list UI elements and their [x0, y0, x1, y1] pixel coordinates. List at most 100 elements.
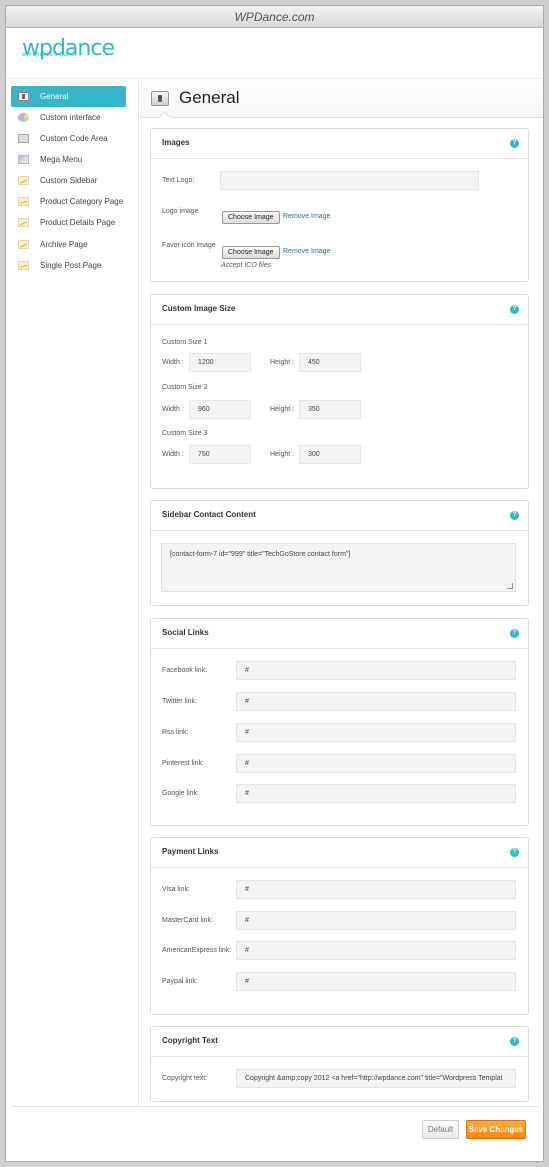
google-link-label: Google link: [162, 790, 199, 797]
width-label: Width : [162, 359, 184, 366]
custom-size-label: Custom Size 1 [162, 339, 208, 346]
footer-divider [11, 1106, 538, 1107]
help-icon[interactable]: ? [510, 511, 519, 520]
help-icon[interactable]: ? [510, 139, 519, 148]
rss-link-label: Rss link: [162, 729, 189, 736]
section-header: Social Links ? [151, 619, 528, 649]
sidebar-item-label: Archive Page [40, 240, 88, 249]
width-label: Width : [162, 406, 184, 413]
help-icon[interactable]: ? [510, 848, 519, 857]
rss-link-input[interactable]: # [236, 723, 516, 742]
pinterest-link-input[interactable]: # [236, 754, 516, 773]
sidebar-contact-textarea[interactable]: [contact-form-7 id="999" title="TechGoSt… [161, 543, 516, 592]
visa-link-label: Visa link: [162, 886, 190, 893]
size3-width-input[interactable]: 750 [189, 445, 251, 464]
save-changes-button[interactable]: Save Changes [466, 1120, 526, 1139]
favicon-note: Accept ICO files [221, 262, 272, 269]
sidebar-item-label: Product Category Page [40, 197, 124, 206]
text-logo-input[interactable] [220, 171, 479, 190]
size2-width-input[interactable]: 960 [189, 400, 251, 419]
size1-height-input[interactable]: 450 [299, 353, 361, 372]
height-label: Height : [270, 451, 295, 458]
section-title: Social Links [162, 628, 209, 637]
section-header: Sidebar Contact Content ? [151, 501, 528, 531]
choose-logo-image-button[interactable]: Choose Image [222, 211, 280, 224]
copyright-input[interactable]: Copyright &amp;copy 2012 <a href="http:/… [236, 1069, 516, 1088]
copyright-section: Copyright Text ? Copyright text: Copyrig… [150, 1026, 529, 1102]
chart-icon [18, 261, 29, 270]
text-logo-label: Text Logo: [162, 177, 195, 184]
general-icon [151, 91, 169, 106]
section-title: Images [162, 138, 190, 147]
sidebar-item-single-post-page[interactable]: Single Post Page [11, 255, 126, 276]
sidebar-item-general[interactable]: General [11, 86, 126, 107]
app-window: WPDance.com wpdance wordpress c-panel Ge… [5, 5, 544, 1162]
sidebar-item-product-details-page[interactable]: Product Details Page [11, 212, 126, 233]
pinterest-link-label: Pinterest link: [162, 760, 205, 767]
payment-links-section: Payment Links ? Visa link: # MasterCard … [150, 837, 529, 1015]
help-icon[interactable]: ? [510, 1037, 519, 1046]
mastercard-link-label: MasterCard link: [162, 917, 213, 924]
sidebar-item-product-category-page[interactable]: Product Category Page [11, 191, 126, 212]
section-header: Custom Image Size ? [151, 295, 528, 325]
twitter-link-label: Twitter link: [162, 698, 198, 705]
sidebar-contact-text: [contact-form-7 id="999" title="TechGoSt… [170, 551, 351, 558]
resize-handle[interactable] [507, 583, 513, 589]
sidebar-item-custom-code-area[interactable]: Custom Code Area [11, 128, 126, 149]
page-title: General [179, 88, 240, 107]
choose-favicon-button[interactable]: Choose Image [222, 246, 280, 259]
help-icon[interactable]: ? [510, 305, 519, 314]
chart-icon [18, 176, 29, 185]
height-label: Height : [270, 359, 295, 366]
size3-height-input[interactable]: 300 [299, 445, 361, 464]
logo-image-label: Logo image [162, 208, 199, 215]
americanexpress-link-input[interactable]: # [236, 941, 516, 960]
favicon-label: Favor icon image [162, 242, 216, 249]
sidebar-item-archive-page[interactable]: Archive Page [11, 234, 126, 255]
sidebar-item-label: General [40, 92, 69, 101]
chart-icon [18, 197, 29, 206]
code-icon [18, 134, 29, 143]
sidebar-item-label: Custom interface [40, 113, 101, 122]
sidebar-item-mega-menu[interactable]: Mega Menu [11, 149, 126, 170]
default-button[interactable]: Default [422, 1120, 459, 1139]
image-size-section: Custom Image Size ? Custom Size 1 Width … [150, 294, 529, 489]
sidebar-item-label: Mega Menu [40, 155, 83, 164]
sidebar-item-custom-interface[interactable]: Custom interface [11, 107, 126, 128]
mastercard-link-input[interactable]: # [236, 911, 516, 930]
chart-icon [18, 240, 29, 249]
sidebar-item-label: Custom Code Area [40, 134, 108, 143]
sidebar-item-label: Product Details Page [40, 218, 116, 227]
paypal-link-input[interactable]: # [236, 972, 516, 991]
size2-height-input[interactable]: 350 [299, 400, 361, 419]
window-title: WPDance.com [6, 6, 543, 28]
twitter-link-input[interactable]: # [236, 692, 516, 711]
section-header: Payment Links ? [151, 838, 528, 868]
section-title: Custom Image Size [162, 304, 236, 313]
palette-icon [18, 113, 29, 122]
height-label: Height : [270, 406, 295, 413]
header: wpdance wordpress c-panel [6, 29, 543, 79]
remove-logo-image-link[interactable]: Remove Image [283, 213, 330, 220]
google-link-input[interactable]: # [236, 784, 516, 803]
section-title: Copyright Text [162, 1036, 218, 1045]
visa-link-input[interactable]: # [236, 880, 516, 899]
section-header: Copyright Text ? [151, 1027, 528, 1057]
facebook-link-label: Facebook link: [162, 667, 208, 674]
main-content: General Images ? Text Logo: Logo image C… [140, 80, 543, 1106]
section-title: Sidebar Contact Content [162, 510, 256, 519]
sidebar-item-label: Single Post Page [40, 261, 102, 270]
facebook-link-input[interactable]: # [236, 661, 516, 680]
copyright-label: Copyright text: [162, 1075, 208, 1082]
sidebar-contact-section: Sidebar Contact Content ? [contact-form-… [150, 500, 529, 606]
help-icon[interactable]: ? [510, 629, 519, 638]
size1-width-input[interactable]: 1200 [189, 353, 251, 372]
sidebar-item-label: Custom Sidebar [40, 176, 98, 185]
images-section: Images ? Text Logo: Logo image Choose Im… [150, 128, 529, 282]
sidebar-item-custom-sidebar[interactable]: Custom Sidebar [11, 170, 126, 191]
chart-icon [18, 218, 29, 227]
paypal-link-label: Paypal link: [162, 978, 198, 985]
general-icon [18, 92, 29, 101]
remove-favicon-link[interactable]: Remove Image [283, 248, 330, 255]
logo-subtitle: wordpress c-panel [22, 52, 77, 58]
